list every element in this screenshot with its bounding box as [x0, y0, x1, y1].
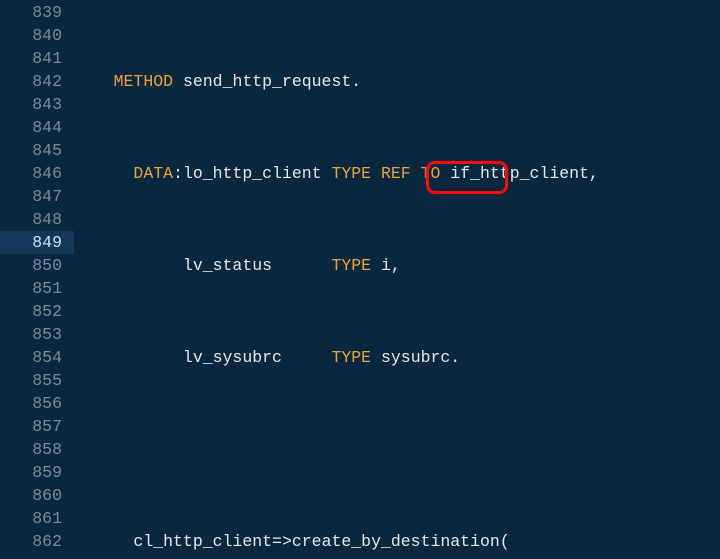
line-number: 856	[0, 392, 62, 415]
code-line-blank	[74, 438, 720, 461]
punct: .	[450, 348, 460, 367]
keyword-type: TYPE REF TO	[331, 164, 440, 183]
variable: lv_status	[183, 256, 272, 275]
line-number: 843	[0, 93, 62, 116]
line-number: 842	[0, 70, 62, 93]
line-number: 852	[0, 300, 62, 323]
line-number: 839	[0, 1, 62, 24]
code-line: METHOD send_http_request.	[74, 70, 720, 93]
line-number: 848	[0, 208, 62, 231]
line-number: 858	[0, 438, 62, 461]
type-name: sysubrc	[381, 348, 450, 367]
punct: ,	[589, 164, 599, 183]
line-number: 841	[0, 47, 62, 70]
punct: :	[173, 164, 183, 183]
line-number: 850	[0, 254, 62, 277]
variable: lv_sysubrc	[183, 348, 282, 367]
arrow-op: =>	[272, 532, 292, 551]
line-number: 855	[0, 369, 62, 392]
punct: ,	[391, 256, 401, 275]
line-number: 859	[0, 461, 62, 484]
code-line: cl_http_client=>create_by_destination(	[74, 530, 720, 553]
class-name: cl_http_client	[133, 532, 272, 551]
keyword-data: DATA	[133, 164, 173, 183]
method-name: send_http_request	[183, 72, 351, 91]
paren: (	[500, 532, 510, 551]
line-number: 862	[0, 530, 62, 553]
type-name: if_http_client	[450, 164, 589, 183]
line-number: 847	[0, 185, 62, 208]
line-number: 844	[0, 116, 62, 139]
code-line: DATA:lo_http_client TYPE REF TO if_http_…	[74, 162, 720, 185]
line-number: 861	[0, 507, 62, 530]
type-name: i	[381, 256, 391, 275]
keyword-type: TYPE	[331, 256, 371, 275]
line-number: 854	[0, 346, 62, 369]
code-editor[interactable]: 8398408418428438448458468478488498508518…	[0, 0, 720, 559]
variable: lo_http_client	[183, 164, 322, 183]
line-number: 845	[0, 139, 62, 162]
line-number: 857	[0, 415, 62, 438]
method-call: create_by_destination	[292, 532, 500, 551]
line-number-gutter: 8398408418428438448458468478488498508518…	[0, 0, 74, 559]
code-area[interactable]: METHOD send_http_request. DATA:lo_http_c…	[74, 0, 720, 559]
keyword-type: TYPE	[331, 348, 371, 367]
line-number: 860	[0, 484, 62, 507]
line-number: 849	[0, 231, 74, 254]
keyword-method: METHOD	[114, 72, 173, 91]
code-line: lv_sysubrc TYPE sysubrc.	[74, 346, 720, 369]
punct: .	[351, 72, 361, 91]
line-number: 846	[0, 162, 62, 185]
line-number: 840	[0, 24, 62, 47]
line-number: 853	[0, 323, 62, 346]
code-line: lv_status TYPE i,	[74, 254, 720, 277]
line-number: 851	[0, 277, 62, 300]
